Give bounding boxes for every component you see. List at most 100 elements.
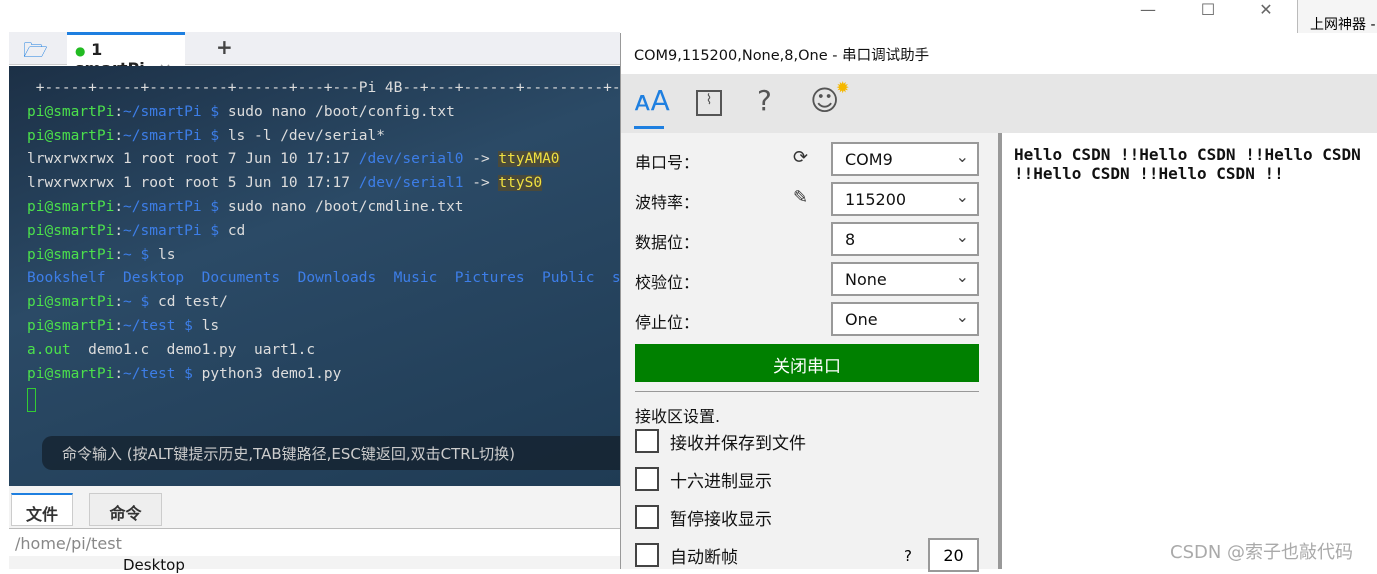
field-select[interactable]: None ⌄ [831,262,979,296]
minimize-button[interactable]: — [1128,0,1168,19]
checkbox[interactable] [635,505,659,529]
terminal-line: lrwxrwxrwx 1 root root 5 Jun 10 17:17 /d… [27,175,543,192]
terminal-line: lrwxrwxrwx 1 root root 7 Jun 10 17:17 /d… [27,151,560,168]
terminal-text: pi@smartPi [27,365,115,382]
terminal-text: cd test/ [157,294,228,311]
behind-window: 上网神器 - [1297,0,1377,33]
terminal-text: $ [201,199,228,215]
checkbox-label: 自动断帧 [670,548,738,568]
background-window: — ☐ ✕ [0,0,1297,32]
terminal-tab-bar: 🗁 ● 1 smartPi × + [9,32,620,78]
terminal-text: pi@smartPi [27,246,115,263]
checkbox[interactable] [635,467,659,491]
terminal-line: a.out demo1.c demo1.py uart1.c [27,342,315,358]
help-icon[interactable]: ? [757,84,772,117]
frame-timeout-input[interactable]: 20 [928,538,979,572]
field-label: 波特率： [635,193,700,212]
terminal-text: ~/test [123,365,176,382]
terminal-text: : [114,127,124,144]
field-select[interactable]: 115200 ⌄ [831,182,979,216]
field-select[interactable]: COM9 ⌄ [831,142,979,176]
terminal-text: pi@smartPi [27,103,115,120]
terminal-line: pi@smartPi:~/smartPi $ sudo nano /boot/c… [27,199,464,215]
command-input[interactable]: 命令输入 (按ALT键提示历史,TAB键路径,ESC键返回,双击CTRL切换) [42,436,620,470]
refresh-icon[interactable]: ⟳ [793,147,808,168]
terminal-text: : [114,294,124,311]
smiley-icon[interactable]: ☺ [810,84,839,117]
terminal[interactable]: +-----+-----+---------+------+---+---Pi … [9,66,620,486]
path-field[interactable]: /home/pi/test [9,528,620,556]
terminal-line: pi@smartPi:~/smartPi $ sudo nano /boot/c… [27,104,455,120]
field-select[interactable]: 8 ⌄ [831,222,979,256]
add-tab-button[interactable]: + [216,35,233,59]
frame-help-icon[interactable]: ? [904,547,912,565]
terminal-text: -> [463,175,499,192]
terminal-line: pi@smartPi:~/smartPi $ ls -l /dev/serial… [27,128,385,144]
field-label: 数据位： [635,233,700,252]
terminal-text: ls -l /dev/serial* [227,127,385,144]
select-value: None [845,270,887,289]
terminal-text: demo1.c demo1.py uart1.c [70,341,316,358]
field-label: 停止位： [635,313,700,332]
terminal-text: pi@smartPi [27,294,115,311]
checkbox[interactable] [635,429,659,453]
terminal-text: ls [201,318,220,334]
file-panel: 文件 命令 /home/pi/test Desktop [9,486,620,574]
terminal-text: $ [175,318,202,334]
maximize-button[interactable]: ☐ [1188,0,1228,19]
terminal-line: pi@smartPi:~ $ cd test/ [27,294,228,310]
terminal-text: -> [463,151,499,168]
checkbox-label: 接收并保存到文件 [670,434,806,454]
field-label: 串口号： [635,153,700,172]
toolbar: ᴀA ⌇ ? ☺ ✹ [621,74,1377,133]
terminal-text: ttyAMA0 [498,151,560,168]
status-dot-icon: ● [75,44,86,58]
font-icon[interactable]: ᴀA [634,84,670,117]
close-button[interactable]: ✕ [1246,0,1286,19]
field-label: 校验位： [635,273,700,292]
terminal-text: pi@smartPi [27,199,115,215]
terminal-text: $ [201,127,228,144]
waveform-icon[interactable]: ⌇ [696,90,722,116]
active-indicator [634,126,664,129]
receive-area[interactable]: Hello CSDN !!Hello CSDN !!Hello CSDN !!H… [998,133,1377,569]
terminal-text: $ [201,222,228,239]
terminal-text: : [114,365,124,382]
terminal-text: ls [157,246,176,263]
terminal-text: : [114,103,124,120]
checkbox-label: 十六进制显示 [670,472,772,492]
tab-commands[interactable]: 命令 [89,493,162,526]
tab-smartpi[interactable]: ● 1 smartPi × [67,32,185,78]
terminal-text: +-----+-----+---------+------+---+---Pi … [27,80,620,96]
field-select[interactable]: One ⌄ [831,302,979,336]
pen-icon[interactable]: ✎ [793,187,808,208]
terminal-text: python3 demo1.py [201,365,342,382]
behind-window-title: 上网神器 - [1310,17,1376,33]
chevron-down-icon: ⌄ [955,307,969,326]
terminal-text: ~ [123,294,132,311]
terminal-line: pi@smartPi:~/test $ ls [27,318,219,334]
terminal-text: $ [131,294,158,311]
terminal-text: cd [227,222,246,239]
chevron-down-icon: ⌄ [955,187,969,206]
tab-files[interactable]: 文件 [11,493,73,526]
select-value: 8 [845,230,856,249]
terminal-text: lrwxrwxrwx 1 root root 7 Jun 10 17:17 [27,151,359,168]
tree-item[interactable]: Desktop [123,556,185,574]
terminal-text: ~/smartPi [123,222,202,239]
terminal-line: Bookshelf Desktop Documents Downloads Mu… [27,270,620,286]
cursor [27,388,36,412]
terminal-text: ~/smartPi [123,103,202,120]
folder-icon[interactable]: 🗁 [23,36,48,70]
terminal-line: pi@smartPi:~/smartPi $ cd [27,223,245,239]
chevron-down-icon: ⌄ [955,267,969,286]
terminal-line: +-----+-----+---------+------+---+---Pi … [27,80,620,96]
terminal-line: pi@smartPi:~/test $ python3 demo1.py [27,366,341,382]
close-port-button[interactable]: 关闭串口 [635,344,979,382]
terminal-text: ~ [123,246,132,263]
checkbox[interactable] [635,543,659,567]
terminal-text: pi@smartPi [27,222,115,239]
terminal-text: ~/smartPi [123,199,202,215]
recv-settings-label: 接收区设置. [635,407,721,426]
watermark: CSDN @索子也敲代码 [1170,542,1354,563]
